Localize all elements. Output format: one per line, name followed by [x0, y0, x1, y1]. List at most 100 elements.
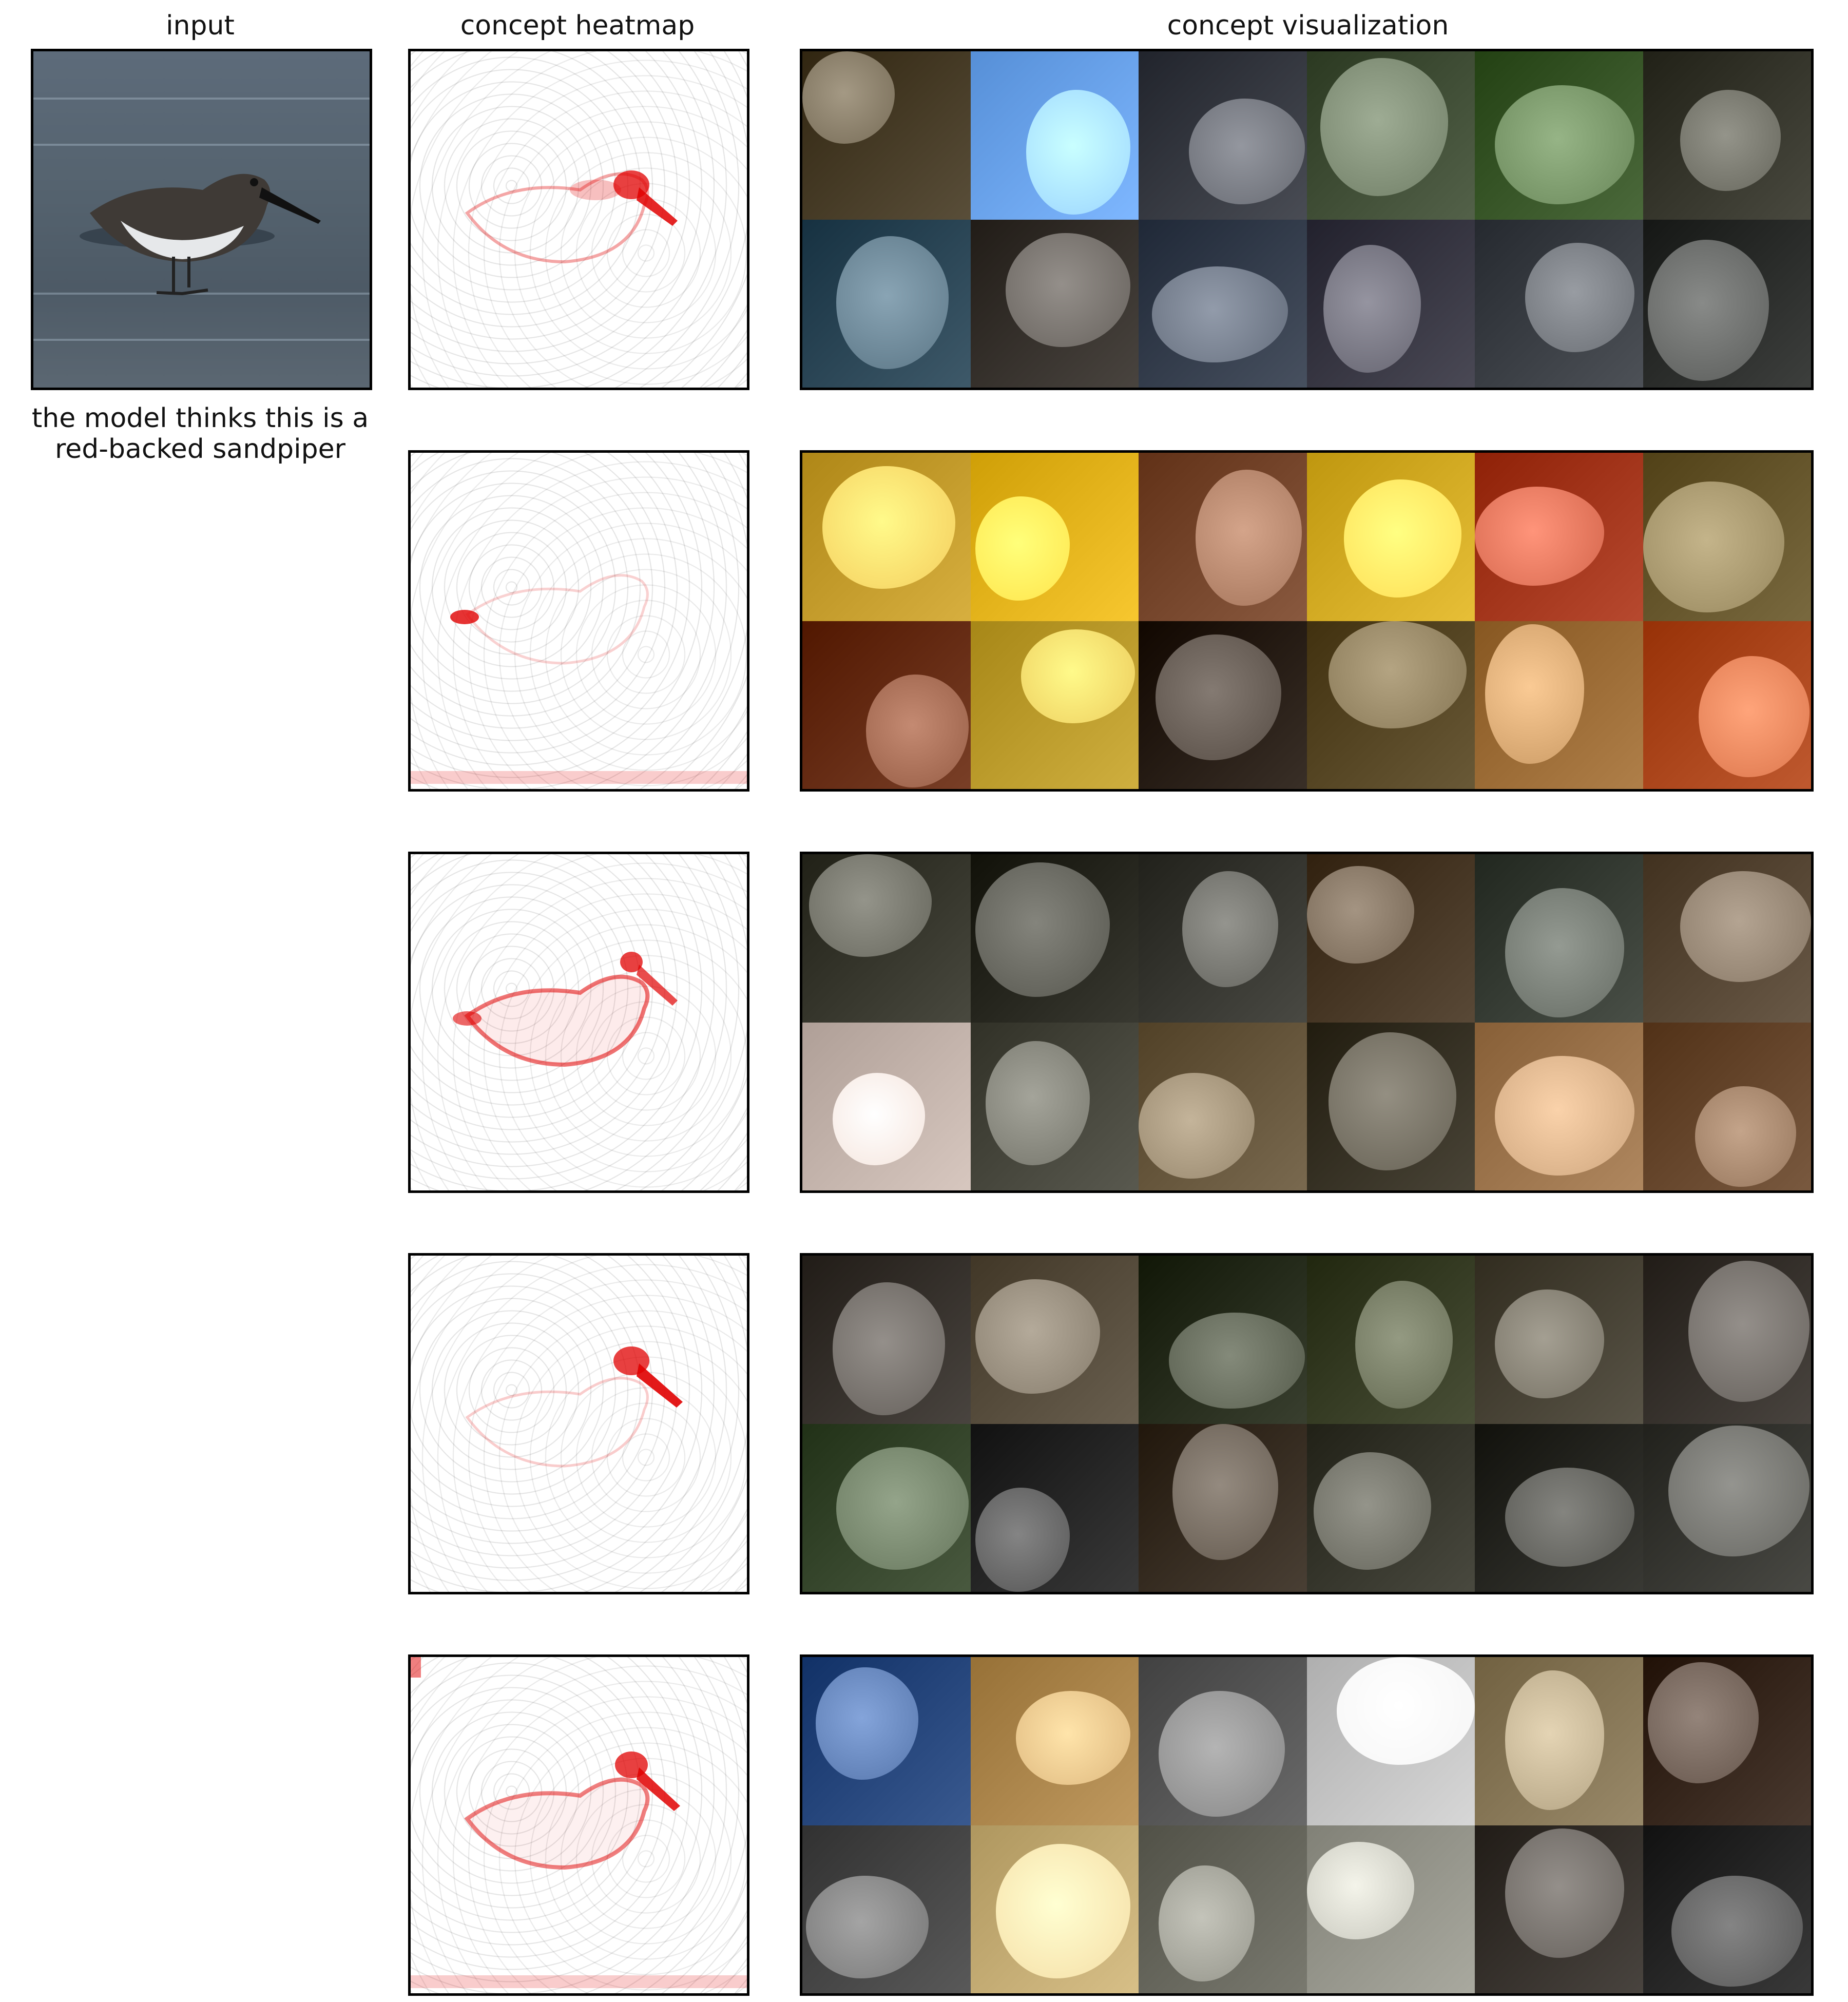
- concept-example-image: [1139, 1825, 1307, 1993]
- highlighted-region: [1671, 1875, 1803, 1987]
- highlighted-region: [1643, 481, 1784, 613]
- concept-example-image: [1475, 51, 1643, 220]
- concept-heatmap-4: [408, 1253, 749, 1594]
- highlighted-region: [1329, 621, 1467, 729]
- concept-example-image: [1643, 1423, 1811, 1592]
- concept-example-image: [1306, 51, 1475, 220]
- concept-example-image: [1139, 1423, 1307, 1592]
- highlighted-region: [1172, 1423, 1278, 1560]
- concept-example-image: [802, 1657, 971, 1825]
- highlighted-region: [1189, 98, 1305, 204]
- concept-example-image: [1643, 1825, 1811, 1993]
- highlighted-region: [1680, 90, 1781, 191]
- heatmap-bird-outline: [465, 1346, 683, 1468]
- concept-example-image: [802, 854, 971, 1023]
- highlighted-region: [836, 1447, 969, 1570]
- concept-example-image: [1643, 621, 1811, 789]
- concept-example-image: [970, 51, 1139, 220]
- highlighted-region: [1680, 871, 1811, 982]
- concept-example-image: [970, 453, 1139, 621]
- highlighted-region: [1006, 233, 1130, 348]
- concept-example-image: [802, 219, 971, 388]
- concept-example-image: [1643, 1022, 1811, 1190]
- highlighted-region: [1495, 85, 1635, 205]
- input-column-title: input: [166, 10, 235, 41]
- highlighted-region: [1475, 486, 1605, 586]
- concept-example-image: [1306, 219, 1475, 388]
- highlighted-region: [1337, 1657, 1475, 1765]
- highlighted-region: [1159, 1865, 1255, 1982]
- heatmap-bird-outline: [453, 952, 678, 1067]
- highlighted-region: [1505, 888, 1625, 1017]
- highlighted-region: [866, 675, 969, 787]
- concept-heatmap-2: [408, 450, 749, 792]
- concept-example-image: [1475, 854, 1643, 1023]
- concept-example-image: [1139, 51, 1307, 220]
- highlighted-region: [1015, 1690, 1130, 1785]
- concept-example-image: [1475, 219, 1643, 388]
- highlighted-region: [1152, 266, 1288, 362]
- concept-example-image: [1643, 1657, 1811, 1825]
- concept-example-image: [1139, 1256, 1307, 1424]
- heatmap-column-title: concept heatmap: [460, 10, 695, 41]
- concept-example-image: [1306, 1256, 1475, 1424]
- concept-example-image: [1475, 1256, 1643, 1424]
- highlighted-region: [1495, 1289, 1605, 1399]
- highlighted-region: [1139, 1072, 1255, 1179]
- concept-example-image: [802, 621, 971, 789]
- concept-example-image: [970, 1022, 1139, 1190]
- concept-example-image: [1643, 1256, 1811, 1424]
- concept-example-image: [1139, 453, 1307, 621]
- concept-example-image: [1306, 1825, 1475, 1993]
- highlighted-region: [1329, 1032, 1456, 1170]
- concept-heatmap-5: [408, 1654, 749, 1996]
- concept-example-image: [1139, 1657, 1307, 1825]
- highlighted-region: [816, 1667, 918, 1780]
- highlighted-region: [1168, 1313, 1305, 1409]
- concept-example-image: [970, 854, 1139, 1023]
- concept-example-image: [1306, 1022, 1475, 1190]
- highlighted-region: [1159, 1690, 1285, 1817]
- highlighted-region: [985, 1041, 1090, 1165]
- concept-example-image: [1306, 453, 1475, 621]
- highlighted-region: [1505, 1670, 1605, 1810]
- concept-example-image: [970, 1256, 1139, 1424]
- concept-example-image: [802, 1423, 971, 1592]
- concept-example-image: [1475, 453, 1643, 621]
- highlighted-region: [1355, 1281, 1453, 1409]
- concept-visualization-2: [800, 450, 1814, 792]
- concept-example-image: [970, 219, 1139, 388]
- highlighted-region: [832, 1282, 946, 1416]
- highlighted-region: [1313, 1452, 1431, 1570]
- concept-example-image: [1475, 1825, 1643, 1993]
- concept-example-image: [970, 1825, 1139, 1993]
- concept-visualization-4: [800, 1253, 1814, 1594]
- input-image: [31, 49, 372, 390]
- concept-example-image: [1475, 621, 1643, 789]
- highlighted-region: [1196, 469, 1302, 606]
- heatmap-bird-outline: [411, 574, 747, 784]
- concept-example-image: [1306, 1657, 1475, 1825]
- highlighted-region: [995, 1843, 1130, 1978]
- highlighted-region: [1021, 629, 1135, 724]
- concept-example-image: [1475, 1423, 1643, 1592]
- visualization-column-title: concept visualization: [1167, 10, 1449, 41]
- concept-example-image: [802, 1256, 971, 1424]
- highlighted-region: [1495, 1056, 1635, 1176]
- highlighted-region: [1505, 1828, 1625, 1958]
- highlighted-region: [1525, 243, 1635, 353]
- highlighted-region: [1688, 1260, 1810, 1402]
- highlighted-region: [1698, 656, 1810, 778]
- concept-visualization-5: [800, 1654, 1814, 1996]
- concept-visualization-1: [800, 49, 1814, 390]
- caption-line-2: red-backed sandpiper: [54, 434, 345, 465]
- prediction-caption: the model thinks this is a red-backed sa…: [0, 403, 400, 465]
- highlighted-region: [1155, 634, 1282, 761]
- highlighted-region: [836, 236, 949, 369]
- concept-example-image: [802, 1825, 971, 1993]
- concept-example-image: [970, 621, 1139, 789]
- highlighted-region: [975, 496, 1070, 601]
- highlighted-region: [975, 862, 1110, 997]
- highlighted-region: [1182, 871, 1278, 987]
- concept-example-image: [1139, 1022, 1307, 1190]
